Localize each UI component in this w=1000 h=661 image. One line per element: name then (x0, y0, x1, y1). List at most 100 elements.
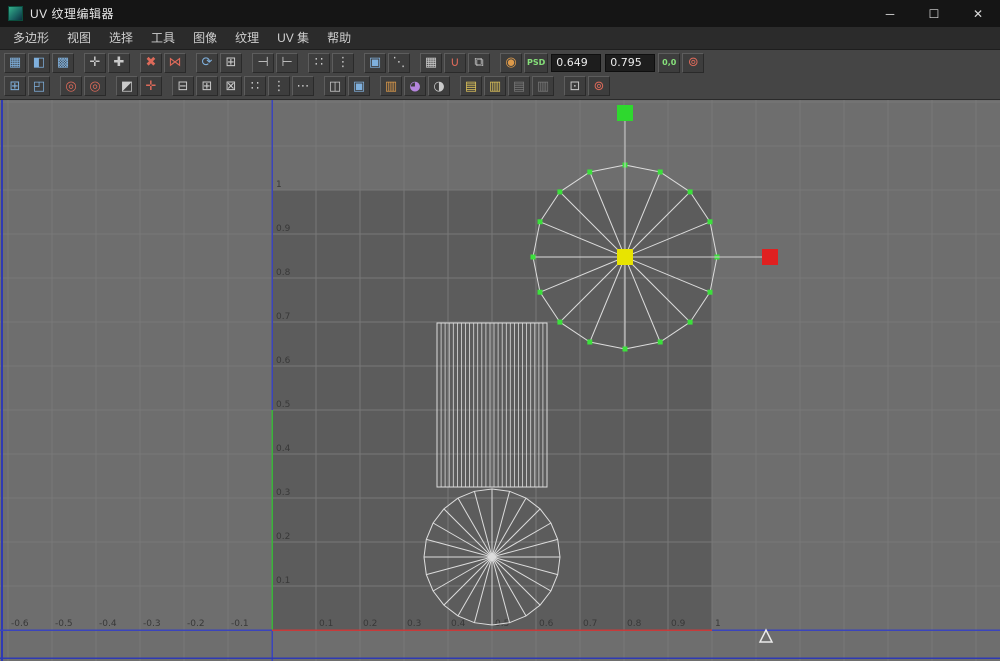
cut-tool-button[interactable]: ✛ (140, 76, 162, 96)
uv-lattice-tool-button[interactable]: ▦ (4, 53, 26, 73)
minimize-button[interactable]: ─ (868, 0, 912, 27)
flip-v-button[interactable]: ⋈ (164, 53, 186, 73)
toolbar-separator (356, 53, 362, 73)
ramp-display-button[interactable]: ▥ (380, 76, 402, 96)
rotate-cw-button[interactable]: ◎ (84, 76, 106, 96)
svg-text:0.3: 0.3 (407, 619, 421, 629)
uv-origin-button[interactable]: 0,0 (658, 53, 680, 73)
svg-text:-0.6: -0.6 (11, 619, 29, 629)
snap-points-button[interactable]: ∷ (308, 53, 330, 73)
toolbar: ▦◧▩✛✚✖⋈⟳⊞⊣⊢∷⋮▣⋱▦∪⧉◉PSD0,0⊚ ⊞◰◎◎◩✛⊟⊞⊠∷⋮⋯◫… (0, 50, 1000, 100)
merge-edges-button[interactable]: ⊞ (196, 76, 218, 96)
toolbar-separator (132, 53, 138, 73)
match-points-button[interactable]: ⋮ (332, 53, 354, 73)
toolbar-separator (556, 76, 562, 96)
svg-text:0.6: 0.6 (276, 356, 291, 366)
manipulator-u-handle[interactable] (762, 249, 778, 265)
unitize-button[interactable]: ∷ (244, 76, 266, 96)
cylinder-bottom-cap-shell[interactable] (424, 489, 560, 625)
menu-item-1[interactable]: 多边形 (4, 27, 58, 50)
manipulator-v-handle[interactable] (617, 105, 633, 121)
contrast-display-button[interactable]: ◑ (428, 76, 450, 96)
texture-ball-button[interactable]: ◉ (500, 53, 522, 73)
svg-text:0.7: 0.7 (276, 312, 290, 322)
svg-text:1: 1 (715, 619, 721, 629)
manipulator-pivot-handle[interactable] (617, 249, 633, 265)
shell-select-button[interactable]: ◰ (28, 76, 50, 96)
color-sphere-button[interactable]: ◕ (404, 76, 426, 96)
menu-item-6[interactable]: 纹理 (226, 27, 268, 50)
clear-selection-button[interactable]: ⊚ (588, 76, 610, 96)
rotate-shell-button[interactable]: ⟳ (196, 53, 218, 73)
split-edges-button[interactable]: ⊠ (220, 76, 242, 96)
menu-item-3[interactable]: 选择 (100, 27, 142, 50)
uv-canvas-area[interactable]: -0.6-0.5-0.4-0.3-0.2-0.10.10.20.30.40.50… (0, 100, 1000, 661)
uv-smudge-tool-button[interactable]: ▩ (52, 53, 74, 73)
svg-text:0.3: 0.3 (276, 488, 290, 498)
sew-edges-button[interactable]: ⊟ (172, 76, 194, 96)
paste-v-button[interactable]: ▥ (532, 76, 554, 96)
svg-text:0.4: 0.4 (451, 619, 466, 629)
uv-transform-tool-button[interactable]: ◧ (28, 53, 50, 73)
flip-u-button[interactable]: ✖ (140, 53, 162, 73)
paste-uvs-button[interactable]: ▥ (484, 76, 506, 96)
normalize-button[interactable]: ⋯ (292, 76, 314, 96)
cycle-uvs-button[interactable]: ⊡ (564, 76, 586, 96)
svg-text:0.5: 0.5 (276, 400, 290, 410)
toolbar-separator (300, 53, 306, 73)
svg-text:-0.4: -0.4 (99, 619, 117, 629)
map-border-button[interactable]: ⋮ (268, 76, 290, 96)
svg-text:-0.3: -0.3 (143, 619, 161, 629)
rotate-ccw-button[interactable]: ◎ (60, 76, 82, 96)
toolbar-separator (108, 76, 114, 96)
align-right-button[interactable]: ⊢ (276, 53, 298, 73)
toolbar-separator (492, 53, 498, 73)
svg-text:1: 1 (276, 180, 282, 190)
toolbar-separator (76, 53, 82, 73)
psd-button[interactable]: PSD (524, 53, 548, 73)
maximize-button[interactable]: ☐ (912, 0, 956, 27)
lattice-small-button[interactable]: ⊞ (4, 76, 26, 96)
stack-shells-button[interactable]: ◫ (324, 76, 346, 96)
toolbar-separator (52, 76, 58, 96)
uv-canvas[interactable]: -0.6-0.5-0.4-0.3-0.2-0.10.10.20.30.40.50… (0, 100, 1000, 661)
svg-text:0.8: 0.8 (627, 619, 642, 629)
svg-text:0.8: 0.8 (276, 268, 291, 278)
relax-uvs-button[interactable]: ◩ (116, 76, 138, 96)
grid-toggle-button[interactable]: ▦ (420, 53, 442, 73)
svg-text:0.9: 0.9 (276, 224, 291, 234)
svg-text:0.1: 0.1 (319, 619, 333, 629)
v-coordinate-field[interactable] (605, 54, 655, 72)
menu-item-5[interactable]: 图像 (184, 27, 226, 50)
svg-text:0.2: 0.2 (363, 619, 377, 629)
toolbar-separator (164, 76, 170, 96)
pixel-snap-button[interactable]: ⋱ (388, 53, 410, 73)
copy-uvs-button[interactable]: ▤ (460, 76, 482, 96)
toolbar-row-2: ⊞◰◎◎◩✛⊟⊞⊠∷⋮⋯◫▣▥◕◑▤▥▤▥⊡⊚ (4, 76, 997, 98)
pin-uv-tool-button[interactable]: ✚ (108, 53, 130, 73)
svg-text:0.1: 0.1 (276, 576, 290, 586)
paste-u-button[interactable]: ▤ (508, 76, 530, 96)
svg-text:0.6: 0.6 (539, 619, 554, 629)
uv-snapshot-button[interactable]: ▣ (348, 76, 370, 96)
shade-uvs-button[interactable]: ⧉ (468, 53, 490, 73)
menu-item-2[interactable]: 视图 (58, 27, 100, 50)
toolbar-row-1: ▦◧▩✛✚✖⋈⟳⊞⊣⊢∷⋮▣⋱▦∪⧉◉PSD0,0⊚ (4, 52, 997, 74)
svg-text:-0.2: -0.2 (187, 619, 205, 629)
image-display-button[interactable]: ▣ (364, 53, 386, 73)
toolbar-separator (372, 76, 378, 96)
u-coordinate-field[interactable] (551, 54, 601, 72)
menu-item-4[interactable]: 工具 (142, 27, 184, 50)
toolbar-separator (316, 76, 322, 96)
svg-text:0.4: 0.4 (276, 444, 291, 454)
svg-text:-0.5: -0.5 (55, 619, 73, 629)
layout-shells-button[interactable]: ⊞ (220, 53, 242, 73)
menu-item-8[interactable]: 帮助 (318, 27, 360, 50)
align-left-button[interactable]: ⊣ (252, 53, 274, 73)
grab-uv-tool-button[interactable]: ✛ (84, 53, 106, 73)
magnet-snap-button[interactable]: ∪ (444, 53, 466, 73)
refresh-values-button[interactable]: ⊚ (682, 53, 704, 73)
close-button[interactable]: ✕ (956, 0, 1000, 27)
menu-item-7[interactable]: UV 集 (268, 27, 318, 50)
menu-bar: 多边形视图选择工具图像纹理UV 集帮助 (0, 27, 1000, 50)
